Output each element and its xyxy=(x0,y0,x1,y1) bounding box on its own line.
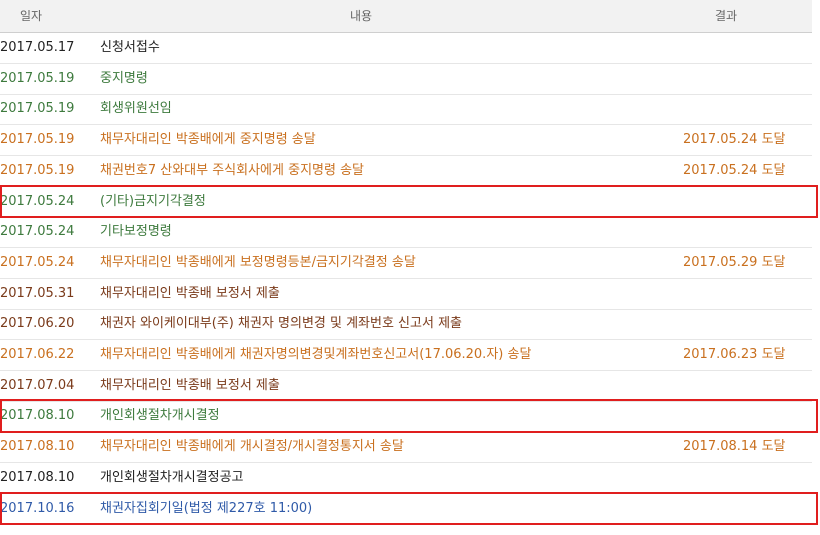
row-content: 채무자대리인 박종배에게 중지명령 송달 xyxy=(100,132,316,148)
row-content: 채무자대리인 박종배 보정서 제출 xyxy=(100,377,280,393)
header-result: 결과 xyxy=(715,9,738,23)
row-content: 개인회생절차개시결정공고 xyxy=(100,469,244,485)
highlight-box xyxy=(0,399,818,434)
highlight-box xyxy=(0,184,818,219)
table-row: 2017.05.24 기타보정명령 xyxy=(0,217,812,249)
table-row: 2017.05.19 중지명령 xyxy=(0,64,812,95)
row-date: 2017.06.20 xyxy=(0,316,75,332)
row-content: 채무자대리인 박종배 보정서 제출 xyxy=(100,285,280,301)
table-row: 2017.07.04 채무자대리인 박종배 보정서 제출 xyxy=(0,371,812,402)
row-content: 기타보정명령 xyxy=(100,224,172,240)
table-row: 2017.08.10 개인회생절차개시결정공고 xyxy=(0,463,812,494)
table-row: 2017.05.24 채무자대리인 박종배에게 보정명령등본/금지기각결정 송달 2… xyxy=(0,248,812,279)
row-date: 2017.05.17 xyxy=(0,40,75,55)
row-content: 채무자대리인 박종배에게 채권자명의변경및계좌번호신고서(17.06.20.자)… xyxy=(100,347,532,362)
header-date: 일자 xyxy=(20,9,43,23)
table-row: 2017.05.19 채무자대리인 박종배에게 중지명령 송달 2017.05.24… xyxy=(0,125,812,157)
table-row: 2017.05.31 채무자대리인 박종배 보정서 제출 xyxy=(0,279,812,310)
table-row: 2017.06.22 채무자대리인 박종배에게 채권자명의변경및계좌번호신고서(1… xyxy=(0,340,812,371)
table-header: 일자 내용 결과 xyxy=(0,0,812,33)
highlight-box xyxy=(0,491,818,526)
row-content: 채무자대리인 박종배에게 보정명령등본/금지기각결정 송달 xyxy=(100,254,416,270)
case-progress-table: 일자 내용 결과 2017.05.17 신청서접수 2017.05.19 중지명령 20… xyxy=(0,0,820,535)
row-result: 2017.08.14 도달 xyxy=(683,439,786,455)
row-date: 2017.05.19 xyxy=(0,70,75,86)
table-row: 2017.05.17 신청서접수 xyxy=(0,33,812,64)
table-row: 2017.06.20 채권자 와이케이대부(주) 채권자 명의변경 및 계좌번호 … xyxy=(0,309,812,341)
row-date: 2017.05.19 xyxy=(0,162,75,178)
row-date: 2017.05.19 xyxy=(0,101,75,117)
row-date: 2017.05.19 xyxy=(0,132,75,148)
row-date: 2017.08.10 xyxy=(0,469,75,485)
row-result: 2017.06.23 도달 xyxy=(683,347,786,362)
row-content: 채권번호7 산와대부 주식회사에게 중지명령 송달 xyxy=(100,162,365,178)
row-content: 중지명령 xyxy=(100,70,148,86)
row-content: 채권자 와이케이대부(주) 채권자 명의변경 및 계좌번호 신고서 제출 xyxy=(100,316,462,332)
row-content: 채무자대리인 박종배에게 개시결정/개시결정통지서 송달 xyxy=(100,439,404,455)
row-result: 2017.05.29 도달 xyxy=(683,254,786,270)
row-date: 2017.07.04 xyxy=(0,377,75,393)
row-date: 2017.05.31 xyxy=(0,285,75,301)
row-content: 회생위원선임 xyxy=(100,101,172,117)
row-content: 신청서접수 xyxy=(100,40,160,55)
row-date: 2017.08.10 xyxy=(0,439,75,455)
row-result: 2017.05.24 도달 xyxy=(683,162,786,178)
row-date: 2017.05.24 xyxy=(0,254,75,270)
header-content: 내용 xyxy=(350,9,373,23)
table-row: 2017.05.19 회생위원선임 xyxy=(0,94,812,126)
row-date: 2017.05.24 xyxy=(0,224,75,240)
table-row: 2017.08.10 채무자대리인 박종배에게 개시결정/개시결정통지서 송달 20… xyxy=(0,432,812,464)
row-date: 2017.06.22 xyxy=(0,347,75,362)
row-result: 2017.05.24 도달 xyxy=(683,132,786,148)
table-row: 2017.05.19 채권번호7 산와대부 주식회사에게 중지명령 송달 2017.… xyxy=(0,156,812,187)
